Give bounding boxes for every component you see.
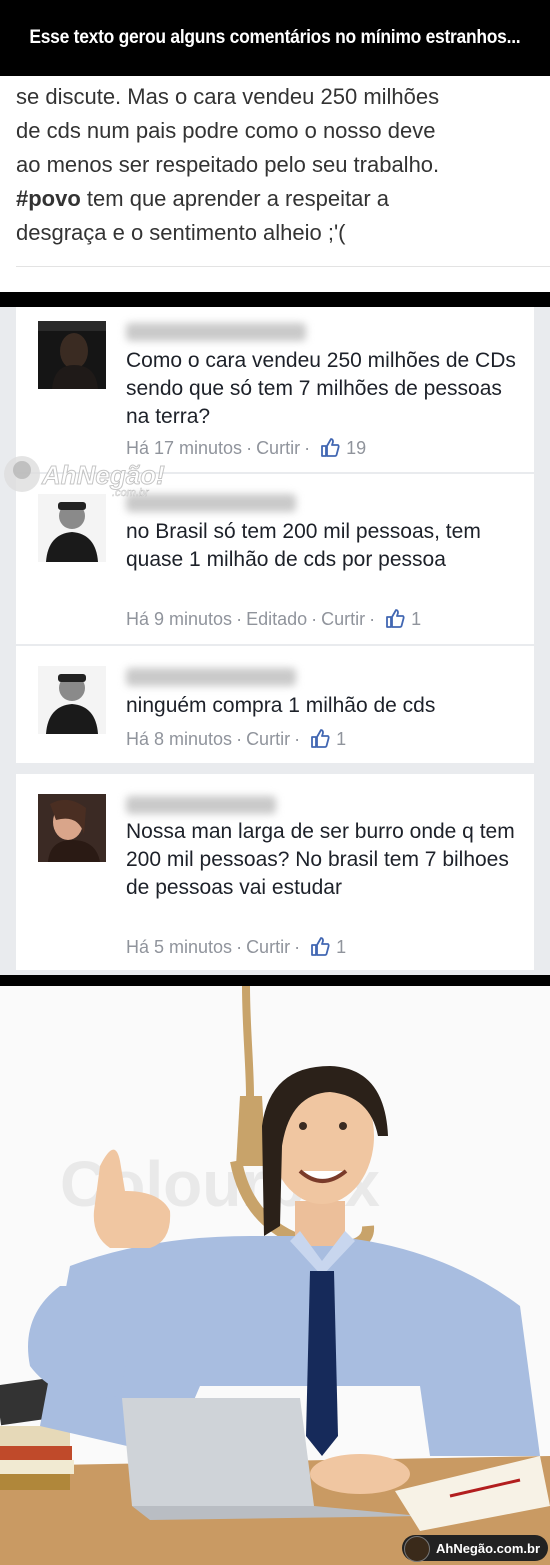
site-watermark: AhNegão! .com.br	[0, 446, 170, 506]
comments-section: Como o cara vendeu 250 milhões de CDs se…	[0, 307, 550, 975]
mascot-icon	[403, 1536, 430, 1562]
comment-item: Nossa man larga de ser burro onde q tem …	[16, 774, 534, 970]
post-text: se discute. Mas o cara vendeu 250 milhõe…	[16, 80, 546, 250]
like-count: 1	[336, 729, 347, 749]
divider-band	[0, 292, 550, 307]
meme-photo: Colourbox AhNegão.com.br	[0, 986, 550, 1565]
comment-time[interactable]: Há 9 minutos	[126, 609, 232, 629]
thumbs-up-icon	[310, 728, 330, 753]
thumbs-up-icon	[385, 608, 405, 633]
post-line: se discute. Mas o cara vendeu 250 milhõe…	[16, 84, 440, 109]
divider-band	[0, 975, 550, 986]
avatar[interactable]	[38, 321, 106, 389]
watermark-domain: .com.br	[112, 487, 150, 499]
badge-text: AhNegão.com.br	[435, 1540, 540, 1556]
comment-meta: Há 8 minutos · Curtir · 1	[126, 728, 346, 753]
edited-label[interactable]: Editado	[246, 609, 307, 629]
post-line: de cds num pais podre como o nosso deve	[16, 118, 436, 143]
thumbs-up-icon	[310, 936, 330, 961]
like-button[interactable]: Curtir	[246, 729, 290, 749]
comment-text: Como o cara vendeu 250 milhões de CDs se…	[126, 349, 516, 428]
divider	[16, 266, 550, 267]
hashtag-link[interactable]: #povo	[16, 186, 81, 211]
avatar[interactable]	[38, 666, 106, 734]
like-button[interactable]: Curtir	[256, 438, 300, 458]
like-button[interactable]: Curtir	[246, 937, 290, 957]
avatar[interactable]	[38, 794, 106, 862]
post-line-text: tem que aprender a respeitar a	[86, 186, 389, 211]
thumbs-up-icon	[320, 437, 340, 462]
like-count: 1	[336, 937, 347, 957]
post-excerpt: se discute. Mas o cara vendeu 250 milhõe…	[0, 76, 550, 292]
commenter-name[interactable]	[126, 323, 306, 341]
post-line: desgraça e o sentimento alheio ;'(	[16, 220, 346, 245]
comment-text: Nossa man larga de ser burro onde q tem …	[126, 820, 515, 899]
comment-text: ninguém compra 1 milhão de cds	[126, 694, 436, 717]
man-with-noose-illustration: Colourbox	[0, 986, 550, 1565]
post-line: #povo tem que aprender a respeitar a	[16, 182, 546, 216]
comment-meta: Há 9 minutos · Editado · Curtir · 1	[126, 608, 421, 633]
comment-time[interactable]: Há 8 minutos	[126, 729, 232, 749]
like-count: 1	[411, 609, 422, 629]
post-line: ao menos ser respeitado pelo seu trabalh…	[16, 152, 440, 177]
page-title: Esse texto gerou alguns comentários no m…	[29, 27, 521, 48]
comment-item: ninguém compra 1 milhão de cds Há 8 minu…	[16, 646, 534, 763]
commenter-name[interactable]	[126, 668, 296, 686]
like-count: 19	[346, 438, 367, 458]
page-header: Esse texto gerou alguns comentários no m…	[0, 0, 550, 76]
watermark-text: AhNegão!	[41, 460, 165, 490]
commenter-name[interactable]	[126, 796, 276, 814]
like-button[interactable]: Curtir	[321, 609, 365, 629]
comment-text: no Brasil só tem 200 mil pessoas, tem qu…	[126, 520, 481, 571]
site-badge: AhNegão.com.br	[401, 1535, 548, 1562]
comment-meta: Há 5 minutos · Curtir · 1	[126, 936, 346, 961]
comment-time[interactable]: Há 5 minutos	[126, 937, 232, 957]
